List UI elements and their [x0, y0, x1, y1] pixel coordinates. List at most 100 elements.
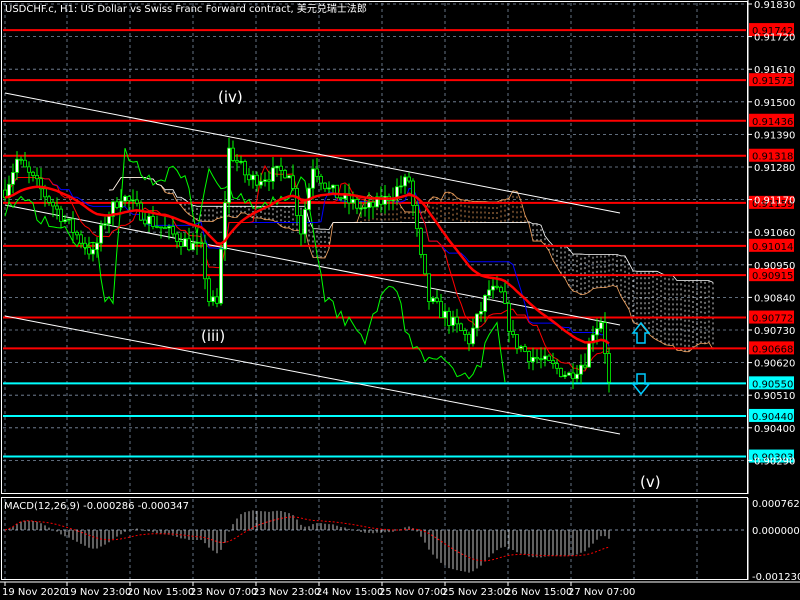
- candle-body: [527, 351, 531, 363]
- candle-body: [123, 196, 127, 202]
- resistance-level-label: 0.90772: [752, 314, 793, 325]
- price-tick-label: 0.91500: [754, 98, 795, 109]
- price-tick-label: 0.91280: [754, 163, 795, 174]
- time-label: 19 Nov 23:00: [64, 587, 131, 598]
- candle-body: [407, 176, 411, 182]
- chart-title: USDCHF.c, H1: US Dollar vs Swiss Franc F…: [5, 2, 367, 15]
- candle-body: [191, 242, 195, 251]
- candle-body: [315, 168, 319, 177]
- resistance-level-label: 0.91318: [752, 152, 793, 163]
- candle-body: [431, 297, 435, 302]
- candle-body: [603, 322, 607, 354]
- candle-body: [107, 215, 111, 225]
- candle-body: [155, 226, 159, 228]
- macd-label: MACD(12,26,9) -0.000286 -0.000347: [4, 501, 189, 512]
- candle-body: [11, 172, 15, 185]
- candle-body: [19, 158, 23, 161]
- candle-body: [443, 310, 447, 319]
- candle-body: [483, 295, 487, 312]
- resistance-level-label: 0.91014: [752, 242, 793, 253]
- macd-axis-max: 0.000762: [752, 499, 800, 510]
- candle-body: [115, 201, 119, 208]
- candle-body: [351, 199, 355, 204]
- candle-body: [327, 187, 331, 190]
- candle-body: [47, 196, 51, 203]
- candle-body: [331, 184, 335, 189]
- candle-body: [279, 165, 283, 171]
- candle-body: [571, 372, 575, 380]
- resistance-level-label: 0.91573: [752, 76, 793, 87]
- candle-body: [95, 242, 99, 251]
- candle-body: [63, 219, 67, 222]
- candle-body: [219, 248, 223, 304]
- candle-body: [239, 161, 243, 163]
- candle-body: [363, 207, 367, 209]
- candle-body: [567, 372, 571, 376]
- candle-body: [427, 273, 431, 302]
- candle-body: [423, 254, 427, 275]
- candle-body: [543, 355, 547, 360]
- candle-body: [147, 216, 151, 225]
- candle-body: [151, 216, 155, 227]
- price-tick-label: 0.90730: [754, 326, 795, 337]
- time-label: 23 Nov 23:00: [253, 587, 320, 598]
- candle-body: [455, 316, 459, 325]
- candle-body: [435, 297, 439, 302]
- candle-body: [503, 291, 507, 304]
- chart-window: 0.917420.915730.914360.913180.911590.910…: [0, 0, 800, 600]
- price-tick-label: 0.90290: [754, 456, 795, 467]
- price-tick-label: 0.90840: [754, 293, 795, 304]
- price-tick-label: 0.91830: [754, 0, 795, 11]
- candle-body: [507, 302, 511, 332]
- candle-body: [463, 330, 467, 335]
- candle-body: [271, 167, 275, 182]
- candle-body: [187, 238, 191, 251]
- price-tick-label: 0.91170: [754, 196, 795, 207]
- candle-body: [23, 159, 27, 168]
- candle-body: [439, 300, 443, 319]
- candle-body: [231, 147, 235, 161]
- candle-body: [511, 330, 515, 335]
- candle-body: [235, 160, 239, 163]
- candle-body: [295, 188, 299, 216]
- candle-body: [67, 218, 71, 221]
- candle-body: [251, 174, 255, 181]
- time-label: 20 Nov 15:00: [127, 587, 194, 598]
- candle-body: [451, 316, 455, 326]
- candle-body: [479, 311, 483, 315]
- candle-body: [87, 247, 91, 255]
- time-label: 27 Nov 07:00: [568, 587, 635, 598]
- candle-body: [531, 356, 535, 363]
- candle-body: [167, 226, 171, 229]
- candle-body: [575, 373, 579, 380]
- wave-label-iv: (iv): [218, 88, 243, 106]
- candle-body: [159, 226, 163, 229]
- time-label: 19 Nov 2020: [2, 587, 66, 598]
- candle-body: [595, 328, 599, 336]
- price-tick-label: 0.90620: [754, 359, 795, 370]
- time-label: 24 Nov 15:00: [316, 587, 383, 598]
- candle-body: [467, 333, 471, 345]
- candle-body: [539, 358, 543, 361]
- candle-body: [15, 158, 19, 173]
- candle-body: [255, 174, 259, 186]
- candle-body: [83, 242, 87, 248]
- candle-body: [203, 242, 207, 280]
- candle-body: [215, 296, 219, 304]
- price-tick-label: 0.90950: [754, 261, 795, 272]
- candle-body: [127, 196, 131, 202]
- wave-label-v: (v): [640, 473, 661, 491]
- price-tick-label: 0.91390: [754, 130, 795, 141]
- candle-body: [551, 360, 555, 365]
- candle-body: [335, 184, 339, 199]
- candle-body: [303, 209, 307, 235]
- time-label: 26 Nov 15:00: [505, 587, 572, 598]
- candle-body: [495, 285, 499, 288]
- candle-body: [607, 353, 611, 383]
- price-tick-label: 0.91610: [754, 65, 795, 76]
- candle-body: [171, 226, 175, 235]
- resistance-level-label: 0.90668: [752, 344, 793, 355]
- candle-body: [291, 175, 295, 189]
- candle-body: [475, 313, 479, 329]
- candle-body: [319, 175, 323, 184]
